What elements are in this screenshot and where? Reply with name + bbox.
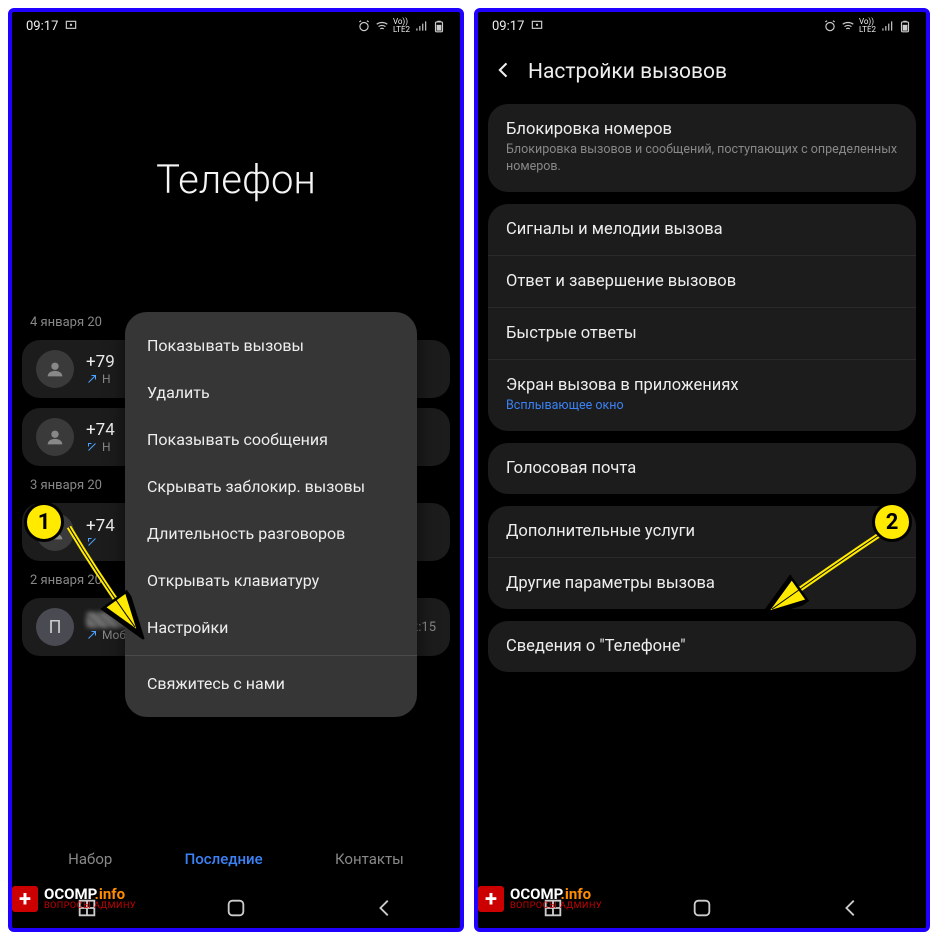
settings-group: Дополнительные услуги Другие параметры в… bbox=[488, 506, 916, 609]
phone-screen-1: 09:17 Vo))LTE2 Телефон 4 января 20 +79 Н… bbox=[8, 8, 464, 932]
missed-icon bbox=[86, 536, 98, 548]
overflow-menu: Показывать вызовы Удалить Показывать соо… bbox=[125, 312, 417, 717]
settings-row-aboutphone[interactable]: Сведения о "Телефоне" bbox=[488, 621, 916, 672]
back-button[interactable] bbox=[494, 58, 514, 86]
menu-delete[interactable]: Удалить bbox=[125, 369, 417, 416]
alarm-icon bbox=[357, 19, 371, 33]
tab-contacts[interactable]: Контакты bbox=[335, 850, 404, 868]
settings-row-othercall[interactable]: Другие параметры вызова bbox=[488, 558, 916, 609]
annotation-badge-2: 2 bbox=[872, 502, 912, 542]
wifi-icon bbox=[375, 19, 389, 33]
missed-icon bbox=[86, 441, 98, 453]
home-icon[interactable] bbox=[225, 897, 247, 919]
settings-header: Настройки вызовов bbox=[478, 36, 926, 104]
menu-hideblocked[interactable]: Скрывать заблокир. вызовы bbox=[125, 463, 417, 510]
menu-showmessages[interactable]: Показывать сообщения bbox=[125, 416, 417, 463]
settings-row-ringtones[interactable]: Сигналы и мелодии вызова bbox=[488, 204, 916, 256]
status-time: 09:17 bbox=[492, 19, 524, 34]
menu-callduration[interactable]: Длительность разговоров bbox=[125, 510, 417, 557]
back-icon[interactable] bbox=[374, 897, 396, 919]
avatar bbox=[36, 350, 74, 388]
watermark: + OCOMP.info ВОПРОСЫ АДМИНУ bbox=[12, 886, 136, 912]
phone-screen-2: 09:17 Vo))LTE2 Настройки вызовов Блокиро… bbox=[474, 8, 930, 932]
settings-group: Сигналы и мелодии вызова Ответ и заверше… bbox=[488, 204, 916, 431]
settings-group: Голосовая почта bbox=[488, 443, 916, 494]
menu-settings[interactable]: Настройки bbox=[125, 604, 417, 651]
chevron-left-icon bbox=[494, 60, 514, 80]
settings-row-callscreeninapps[interactable]: Экран вызова в приложениях Всплывающее о… bbox=[488, 360, 916, 431]
screenshot-icon bbox=[64, 19, 78, 33]
bottom-tabs: Набор Последние Контакты bbox=[12, 836, 460, 882]
avatar bbox=[36, 418, 74, 456]
battery-icon bbox=[898, 19, 912, 33]
wifi-icon bbox=[841, 19, 855, 33]
signal-icon bbox=[414, 19, 428, 33]
tab-dial[interactable]: Набор bbox=[68, 850, 112, 868]
settings-row-quickreplies[interactable]: Быстрые ответы bbox=[488, 308, 916, 360]
signal-icon bbox=[880, 19, 894, 33]
lte-icon: Vo))LTE2 bbox=[393, 18, 410, 34]
home-icon[interactable] bbox=[691, 897, 713, 919]
lte-icon: Vo))LTE2 bbox=[859, 18, 876, 34]
back-icon[interactable] bbox=[840, 897, 862, 919]
settings-row-answerend[interactable]: Ответ и завершение вызовов bbox=[488, 256, 916, 308]
outgoing-icon bbox=[86, 373, 98, 385]
battery-icon bbox=[432, 19, 446, 33]
avatar: П bbox=[36, 608, 74, 646]
watermark-plus-icon: + bbox=[478, 886, 504, 912]
settings-row-blocknumbers[interactable]: Блокировка номеров Блокировка вызовов и … bbox=[488, 104, 916, 192]
menu-openkeyboard[interactable]: Открывать клавиатуру bbox=[125, 557, 417, 604]
settings-group: Блокировка номеров Блокировка вызовов и … bbox=[488, 104, 916, 192]
outgoing-icon bbox=[86, 629, 98, 641]
settings-row-voicemail[interactable]: Голосовая почта bbox=[488, 443, 916, 494]
statusbar: 09:17 Vo))LTE2 bbox=[12, 12, 460, 36]
settings-title: Настройки вызовов bbox=[528, 60, 727, 84]
settings-row-supplementary[interactable]: Дополнительные услуги bbox=[488, 506, 916, 558]
statusbar: 09:17 Vo))LTE2 bbox=[478, 12, 926, 36]
menu-contactus[interactable]: Свяжитесь с нами bbox=[125, 660, 417, 707]
tab-recent[interactable]: Последние bbox=[185, 850, 263, 868]
app-title: Телефон bbox=[12, 156, 460, 203]
watermark: + OCOMP.info ВОПРОСЫ АДМИНУ bbox=[478, 886, 602, 912]
settings-group: Сведения о "Телефоне" bbox=[488, 621, 916, 672]
status-time: 09:17 bbox=[26, 19, 58, 34]
menu-showcalls[interactable]: Показывать вызовы bbox=[125, 322, 417, 369]
menu-divider bbox=[125, 655, 417, 656]
watermark-plus-icon: + bbox=[12, 886, 38, 912]
annotation-badge-1: 1 bbox=[24, 502, 64, 542]
alarm-icon bbox=[823, 19, 837, 33]
screenshot-icon bbox=[530, 19, 544, 33]
